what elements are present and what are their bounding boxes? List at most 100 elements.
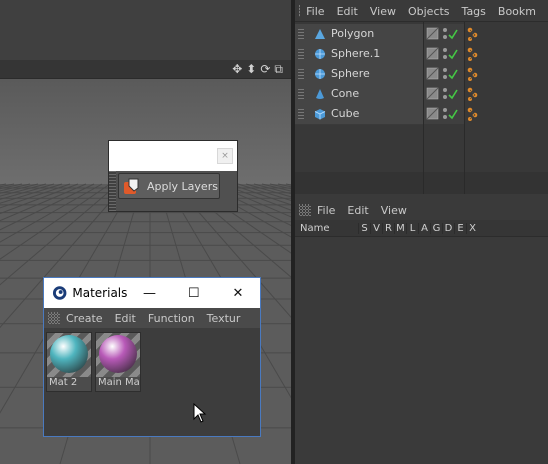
object-manager-menubar: File Edit View Objects Tags Bookm — [295, 1, 548, 22]
object-tree-cell[interactable]: Sphere.1 — [295, 44, 423, 65]
row-grip — [298, 109, 304, 119]
object-tags-cell — [465, 104, 548, 124]
phong-tag-icon[interactable] — [465, 24, 485, 44]
menu-view[interactable]: View — [370, 5, 396, 18]
layer-swatch-icon[interactable] — [426, 107, 439, 120]
menu-function[interactable]: Function — [148, 312, 195, 325]
apply-layers-button[interactable]: Apply Layers — [118, 173, 220, 199]
object-tags-cell — [465, 44, 548, 64]
scale-icon[interactable]: ⬍ — [246, 61, 256, 77]
maximize-icon[interactable]: ⧉ — [274, 61, 283, 77]
object-name[interactable]: Cone — [331, 87, 359, 100]
menu-create[interactable]: Create — [66, 312, 103, 325]
menu-bookmarks[interactable]: Bookm — [498, 5, 536, 18]
column-g[interactable]: G — [430, 222, 442, 234]
visibility-dots-icon[interactable] — [443, 108, 447, 119]
row-grip — [298, 49, 304, 59]
menu-view[interactable]: View — [381, 204, 407, 217]
menu-edit[interactable]: Edit — [337, 5, 358, 18]
menubar-grip-icon[interactable] — [299, 204, 311, 216]
material-swatch[interactable]: Main Ma — [95, 332, 141, 392]
object-row[interactable]: Sphere — [295, 64, 548, 85]
object-flags-cell — [424, 44, 464, 64]
object-name[interactable]: Sphere.1 — [331, 47, 380, 60]
menu-edit[interactable]: Edit — [347, 204, 368, 217]
phong-tag-icon[interactable] — [465, 104, 485, 124]
object-tree-cell[interactable]: Cone — [295, 84, 423, 105]
object-manager: Polygon Sphere.1 Sphere Cone Cube — [295, 22, 548, 194]
column-e[interactable]: E — [454, 222, 466, 234]
layer-swatch-icon[interactable] — [426, 27, 439, 40]
column-v[interactable]: V — [370, 222, 382, 234]
column-r[interactable]: R — [382, 222, 394, 234]
phong-tag-icon[interactable] — [465, 44, 485, 64]
material-swatch[interactable]: Mat 2 — [46, 332, 92, 392]
visibility-dots-icon[interactable] — [443, 28, 447, 39]
column-a[interactable]: A — [418, 222, 430, 234]
object-name[interactable]: Cube — [331, 107, 359, 120]
move-icon[interactable]: ✥ — [232, 61, 242, 77]
object-name[interactable]: Polygon — [331, 27, 374, 40]
visibility-dots-icon[interactable] — [443, 88, 447, 99]
menubar-grip-icon[interactable] — [299, 5, 301, 17]
menubar-grip-icon[interactable] — [48, 312, 60, 324]
enabled-check-icon[interactable] — [448, 69, 458, 80]
column-l[interactable]: L — [406, 222, 418, 234]
maximize-button[interactable]: ☐ — [172, 286, 216, 301]
cone-icon — [314, 88, 326, 100]
object-flags-cell — [424, 104, 464, 124]
object-row[interactable]: Polygon — [295, 24, 548, 45]
object-tags-cell — [465, 84, 548, 104]
menu-tags[interactable]: Tags — [462, 5, 486, 18]
viewport-nav-icons: ✥ ⬍ ⟳ ⧉ — [232, 61, 283, 77]
sphere-icon — [314, 68, 326, 80]
column-x[interactable]: X — [466, 222, 478, 234]
menu-objects[interactable]: Objects — [408, 5, 450, 18]
object-tree-cell[interactable]: Cube — [295, 104, 423, 125]
object-list[interactable]: Polygon Sphere.1 Sphere Cone Cube — [295, 22, 548, 194]
menu-file[interactable]: File — [306, 5, 324, 18]
palette-close-button[interactable]: × — [217, 148, 233, 164]
close-button[interactable]: ✕ — [216, 286, 260, 301]
enabled-check-icon[interactable] — [448, 109, 458, 120]
row-grip — [298, 89, 304, 99]
visibility-dots-icon[interactable] — [443, 48, 447, 59]
column-separator[interactable] — [423, 22, 424, 194]
object-flags-cell — [424, 24, 464, 44]
column-s[interactable]: S — [358, 222, 370, 234]
palette-titlebar[interactable]: × — [109, 141, 237, 171]
cube-icon — [314, 108, 326, 120]
palette-grip[interactable] — [109, 171, 116, 211]
rotate-icon[interactable]: ⟳ — [260, 61, 270, 77]
column-d[interactable]: D — [442, 222, 454, 234]
object-row[interactable]: Cube — [295, 104, 548, 125]
layer-swatch-icon[interactable] — [426, 87, 439, 100]
column-separator[interactable] — [464, 22, 465, 194]
object-row[interactable]: Sphere.1 — [295, 44, 548, 65]
material-label: Main Ma — [98, 377, 140, 388]
visibility-dots-icon[interactable] — [443, 68, 447, 79]
menu-file[interactable]: File — [317, 204, 335, 217]
menu-edit[interactable]: Edit — [115, 312, 136, 325]
column-m[interactable]: M — [394, 222, 406, 234]
minimize-button[interactable]: — — [127, 286, 171, 301]
layer-swatch-icon[interactable] — [426, 47, 439, 60]
menu-texture[interactable]: Textur — [207, 312, 241, 325]
object-manager-top: File Edit View Objects Tags Bookm — [295, 0, 548, 22]
enabled-check-icon[interactable] — [448, 29, 458, 40]
enabled-check-icon[interactable] — [448, 49, 458, 60]
column-name[interactable]: Name — [295, 223, 358, 234]
object-tree-cell[interactable]: Polygon — [295, 24, 423, 45]
materials-titlebar[interactable]: Materials — ☐ ✕ — [44, 278, 260, 308]
phong-tag-icon[interactable] — [465, 64, 485, 84]
object-flags-cell — [424, 64, 464, 84]
object-name[interactable]: Sphere — [331, 67, 370, 80]
object-tree-cell[interactable]: Sphere — [295, 64, 423, 85]
object-tags-cell — [465, 24, 548, 44]
object-row[interactable]: Cone — [295, 84, 548, 105]
layer-swatch-icon[interactable] — [426, 67, 439, 80]
enabled-check-icon[interactable] — [448, 89, 458, 100]
materials-menubar: Create Edit Function Textur — [44, 308, 260, 328]
viewport-toolbar: ✥ ⬍ ⟳ ⧉ — [0, 60, 291, 79]
phong-tag-icon[interactable] — [465, 84, 485, 104]
